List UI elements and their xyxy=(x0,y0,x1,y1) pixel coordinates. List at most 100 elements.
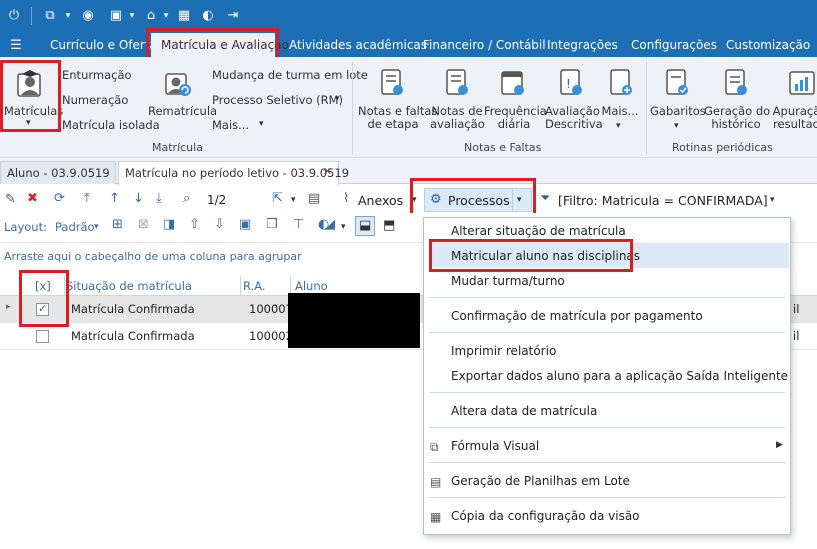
menu-configuracoes[interactable]: Configurações xyxy=(631,38,717,52)
remove-layout-icon[interactable]: ⊠ xyxy=(138,217,149,232)
ribbon-avaliacao-descritiva[interactable]: Avaliação Descritiva xyxy=(545,105,603,131)
highlight-matriculas xyxy=(0,60,61,132)
tab-aluno[interactable]: Aluno - 03.9.0519 xyxy=(0,161,116,184)
ribbon-notas-faltas-etapa-line2: de etapa xyxy=(367,117,419,131)
panel-split-icon[interactable]: ⬒ xyxy=(383,218,395,233)
menu-curriculo[interactable]: Currículo e Oferta xyxy=(50,38,157,52)
ribbon-enturmacao[interactable]: Enturmação xyxy=(62,68,132,82)
refresh-icon[interactable]: ⟳ xyxy=(54,191,65,206)
pin-icon[interactable]: ⊤ xyxy=(293,217,304,232)
grid-icon[interactable]: ▦ xyxy=(176,8,192,24)
first-record-icon[interactable]: ⤒ xyxy=(84,191,90,206)
export-icon[interactable]: ⇱ xyxy=(272,191,283,206)
highlight-matricular xyxy=(429,239,633,272)
chevron-down-icon[interactable]: ▾ xyxy=(124,8,140,24)
menu-integracoes[interactable]: Integrações xyxy=(547,38,618,52)
chevron-down-icon[interactable]: ▾ xyxy=(291,195,296,205)
menu-item-imprimir-relatorio[interactable]: Imprimir relatório xyxy=(451,344,556,358)
menu-item-alterar-situacao[interactable]: Alterar situação de matrícula xyxy=(451,224,626,238)
notas-avaliacao-icon xyxy=(446,69,468,95)
edit-icon[interactable]: ✎ xyxy=(5,192,16,207)
menu-item-mudar-turma[interactable]: Mudar turma/turno xyxy=(451,274,565,288)
menu-customizacao[interactable]: Customização xyxy=(726,38,810,52)
bookmark-icon[interactable]: ❒ xyxy=(266,217,278,232)
menu-separator xyxy=(429,332,785,333)
menu-item-copia-configuracao[interactable]: Cópia da configuração da visão xyxy=(451,509,640,523)
next-record-icon[interactable]: ↓ xyxy=(133,191,144,206)
delete-icon[interactable]: ✖ xyxy=(27,191,38,206)
screen-icon[interactable]: ▣ xyxy=(108,8,124,24)
area-chart-icon[interactable]: ◢ xyxy=(325,217,335,232)
menu-item-exportar-dados[interactable]: Exportar dados aluno para a aplicação Sa… xyxy=(451,369,788,383)
group-title-rotinas: Rotinas periódicas xyxy=(672,141,773,154)
header-aluno[interactable]: Aluno xyxy=(295,279,328,293)
anexos-button[interactable]: Anexos xyxy=(358,193,403,208)
menu-separator xyxy=(429,462,785,463)
menu-item-formula-visual[interactable]: Fórmula Visual xyxy=(451,439,539,453)
row-indicator-icon: ▸ xyxy=(6,302,11,312)
cell-situacao: Matrícula Confirmada xyxy=(71,302,195,316)
row-checkbox[interactable] xyxy=(36,330,49,343)
ribbon-processo-seletivo[interactable]: Processo Seletivo (RM) xyxy=(212,93,343,107)
eye-icon[interactable]: ◉ xyxy=(80,8,96,24)
header-ra[interactable]: R.A. xyxy=(243,279,266,293)
power-icon[interactable]: ⏻ xyxy=(6,8,22,24)
ribbon-mais-notas[interactable]: Mais... xyxy=(600,105,640,118)
ribbon-apuracao-resultado[interactable]: Apuração resultado xyxy=(770,105,817,131)
document-icon[interactable]: ▤ xyxy=(308,191,320,206)
cell-truncated: il xyxy=(793,329,800,343)
ribbon-historico-line2: histórico xyxy=(711,117,761,131)
group-divider xyxy=(352,62,353,154)
redaction-box xyxy=(288,293,420,348)
ribbon-notas-faltas-etapa[interactable]: Notas e faltas de etapa xyxy=(358,105,437,131)
menu-separator xyxy=(429,427,785,428)
header-situacao[interactable]: Situação de matrícula xyxy=(66,279,192,293)
ribbon-mais-matricula[interactable]: Mais... xyxy=(212,118,249,132)
menu-icon[interactable]: ☰ xyxy=(8,38,24,54)
tab-matricula-periodo[interactable]: Matrícula no período letivo - 03.9.0519 … xyxy=(118,161,349,185)
globe-icon[interactable]: ◐ xyxy=(200,8,216,24)
search-icon[interactable]: ⌕ xyxy=(183,191,190,206)
ribbon-matricula-isolada[interactable]: Matrícula isolada xyxy=(62,118,160,132)
ribbon-rematricula[interactable]: Rematrícula xyxy=(148,104,217,118)
chevron-down-icon[interactable]: ▾ xyxy=(341,222,346,232)
restore-layout-icon[interactable]: ◨ xyxy=(163,217,175,232)
menu-financeiro[interactable]: Financeiro / Contábil xyxy=(423,38,546,52)
menu-item-geracao-planilhas[interactable]: Geração de Planilhas em Lote xyxy=(451,474,630,488)
ribbon-mudanca-turma[interactable]: Mudança de turma em lote xyxy=(212,68,368,82)
upload-layout-icon[interactable]: ⇧ xyxy=(189,217,200,232)
pagination: 1/2 xyxy=(207,193,227,207)
chevron-right-icon: ▶ xyxy=(776,440,783,450)
download-layout-icon[interactable]: ⇩ xyxy=(214,217,225,232)
ribbon-frequencia-diaria[interactable]: Frequência diária xyxy=(484,105,547,131)
exit-icon[interactable]: ⇥ xyxy=(225,8,241,24)
close-icon[interactable]: ✕ xyxy=(323,165,332,178)
menu-item-altera-data[interactable]: Altera data de matrícula xyxy=(451,404,597,418)
ribbon-notas-avaliacao-line2: avaliação xyxy=(430,117,485,131)
last-record-icon[interactable]: ⤓ xyxy=(156,191,162,206)
ribbon-apuracao-line2: resultado xyxy=(773,117,817,131)
home-icon[interactable]: ⌂ xyxy=(143,8,159,24)
ribbon-geracao-historico[interactable]: Geração do histórico xyxy=(704,105,770,131)
ribbon-gabaritos[interactable]: Gabaritos xyxy=(650,105,706,118)
chevron-down-icon[interactable]: ▾ xyxy=(158,8,174,24)
layout-select[interactable]: Padrão xyxy=(55,220,95,234)
hierarchy-icon[interactable]: ⧉ xyxy=(42,8,58,24)
ribbon-avaliacao-line2: Descritiva xyxy=(545,117,603,131)
save-layout-icon[interactable]: ▣ xyxy=(239,217,251,232)
layout-label: Layout: xyxy=(4,220,47,234)
ribbon-numeracao[interactable]: Numeração xyxy=(62,93,128,107)
chevron-down-icon[interactable]: ▾ xyxy=(770,195,775,205)
filter-label[interactable]: [Filtro: Matricula = CONFIRMADA] xyxy=(558,193,768,208)
filter-icon[interactable]: ⏷ xyxy=(540,191,550,206)
menu-atividades[interactable]: Atividades acadêmicas xyxy=(289,38,427,52)
previous-record-icon[interactable]: ↑ xyxy=(109,191,120,206)
highlight-processos xyxy=(410,178,536,218)
group-title-matricula: Matrícula xyxy=(152,141,203,154)
ribbon-notas-avaliacao[interactable]: Notas de avaliação xyxy=(430,105,485,131)
menu-item-confirmacao-pagamento[interactable]: Confirmação de matrícula por pagamento xyxy=(451,309,703,323)
chevron-down-icon[interactable]: ▾ xyxy=(60,8,76,24)
add-layout-icon[interactable]: ⊞ xyxy=(112,217,123,232)
menu-separator xyxy=(429,497,785,498)
chevron-down-icon[interactable]: ▾ xyxy=(94,222,99,232)
